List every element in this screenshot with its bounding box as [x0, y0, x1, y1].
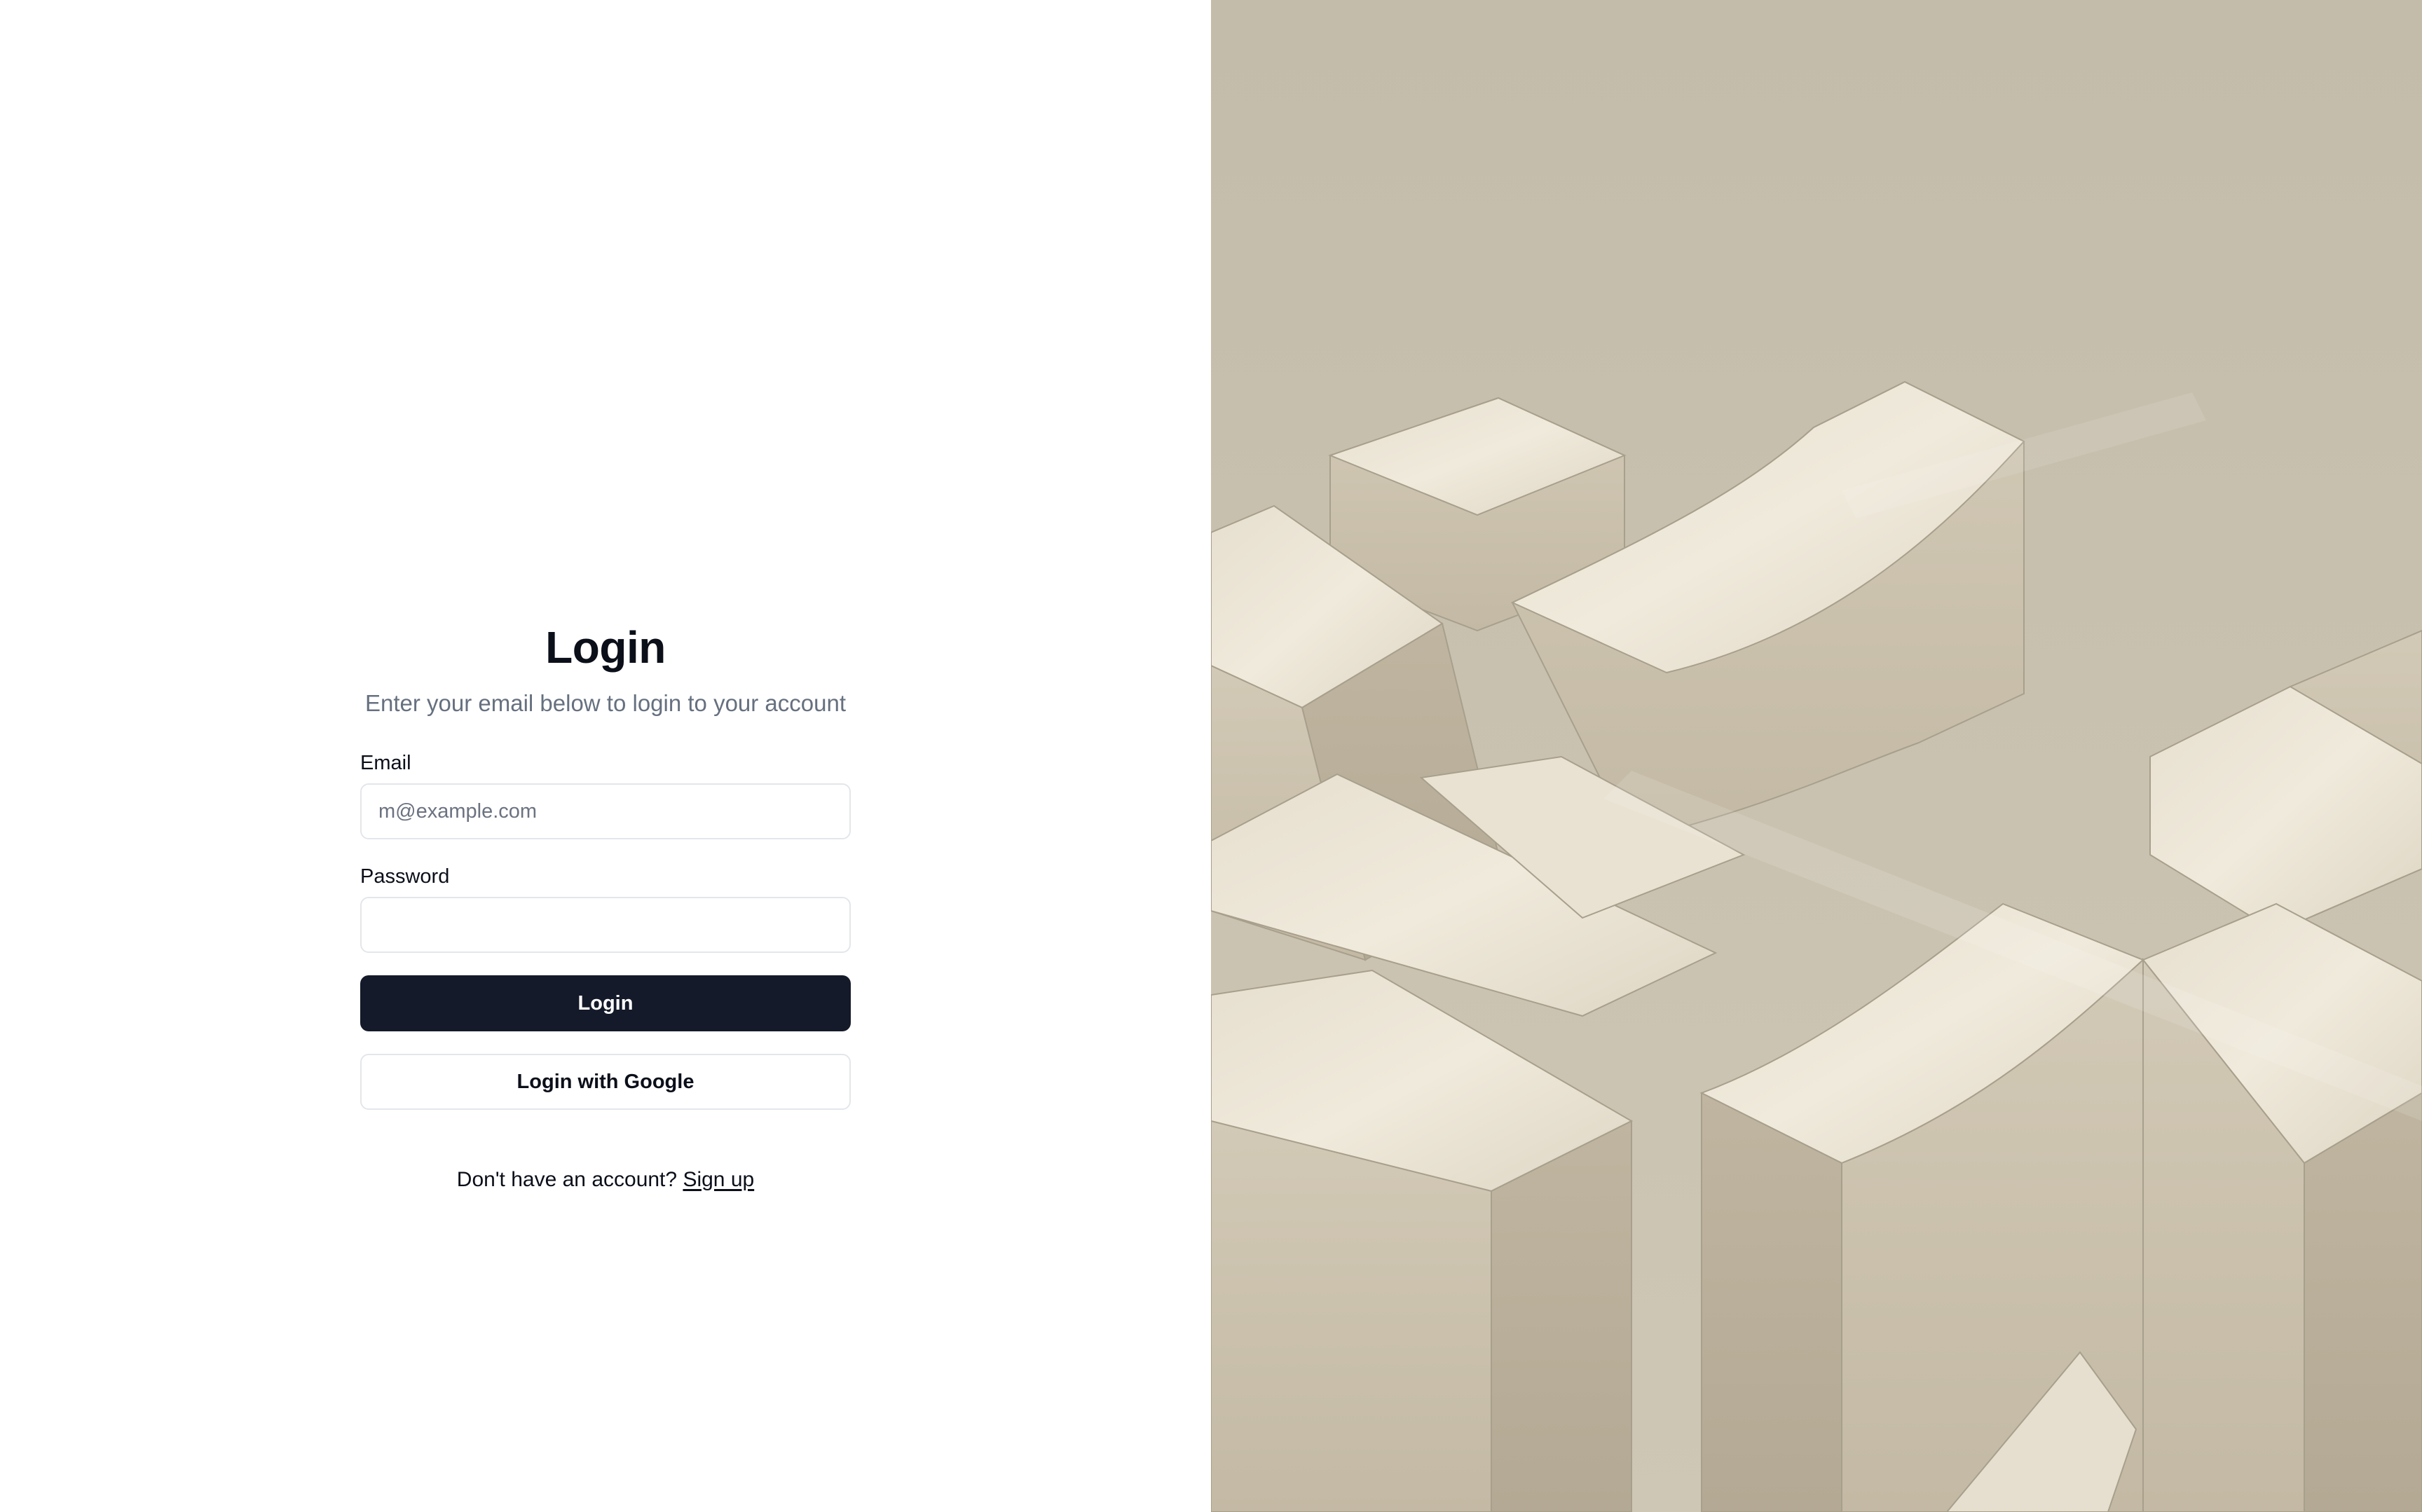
signup-prompt: Don't have an account?: [456, 1168, 678, 1191]
login-page: Login Enter your email below to login to…: [0, 0, 2422, 1512]
password-input[interactable]: [360, 897, 851, 953]
abstract-3d-shapes-image: [1211, 0, 2422, 1512]
login-with-google-button[interactable]: Login with Google: [360, 1054, 851, 1110]
page-title: Login: [545, 622, 666, 673]
email-label: Email: [360, 752, 411, 774]
signup-link[interactable]: Sign up: [683, 1168, 754, 1191]
hero-image: [1211, 0, 2422, 1512]
signup-row: Don't have an account? Sign up: [360, 1166, 851, 1194]
login-form: Login Enter your email below to login to…: [360, 617, 851, 1194]
password-label: Password: [360, 865, 450, 888]
email-input[interactable]: [360, 783, 851, 839]
login-panel: Login Enter your email below to login to…: [0, 0, 1211, 1512]
page-subtitle: Enter your email below to login to your …: [364, 690, 847, 716]
login-button[interactable]: Login: [360, 975, 851, 1031]
